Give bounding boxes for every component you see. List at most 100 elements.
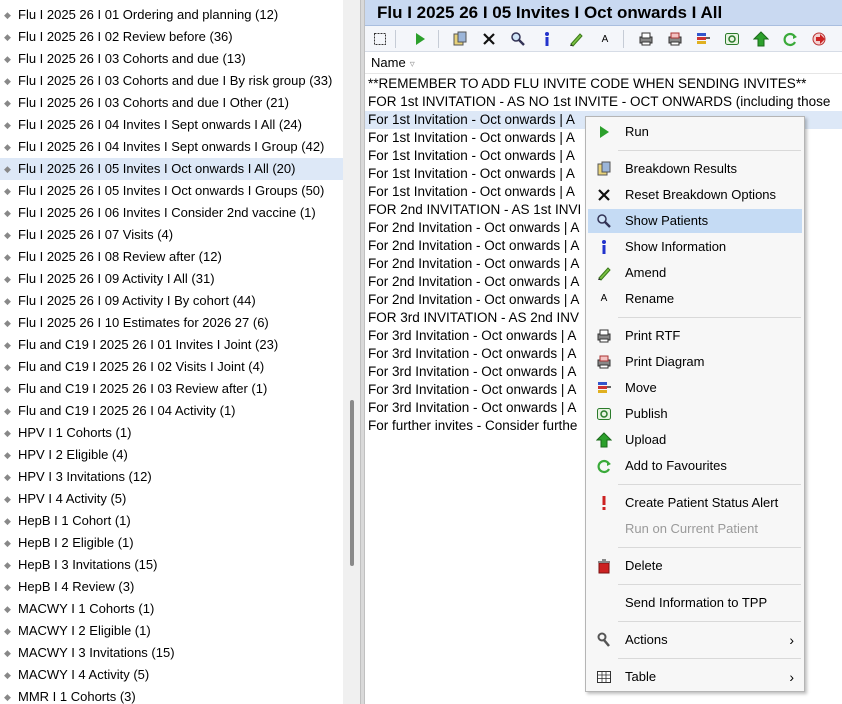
menu-item-publish[interactable]: Publish — [588, 402, 802, 426]
menu-item-show-patients[interactable]: Show Patients — [588, 209, 802, 233]
tree-item[interactable]: ◆ Flu I 2025 26 I 05 Invites I Oct onward… — [0, 180, 343, 202]
delete-icon — [596, 558, 612, 574]
tree-node-icon: ◆ — [4, 230, 11, 240]
tree-item[interactable]: ◆ Flu I 2025 26 I 02 Review before (36) — [0, 26, 343, 48]
export-icon[interactable] — [809, 29, 829, 49]
tree-item[interactable]: ◆ HPV I 3 Invitations (12) — [0, 466, 343, 488]
tree-item[interactable]: ◆ HepB I 3 Invitations (15) — [0, 554, 343, 576]
tree-item[interactable]: ◆ Flu I 2025 26 I 08 Review after (12) — [0, 246, 343, 268]
menu-item-run[interactable]: Run — [588, 120, 802, 144]
tree-scrollbar[interactable] — [343, 0, 360, 704]
tree-item-label: HepB I 4 Review (3) — [18, 579, 135, 594]
favourites-icon[interactable] — [780, 29, 800, 49]
folder-tree-panel: ◆ Flu I 2025 26 I 01 Ordering and plannin… — [0, 0, 343, 704]
tree-item[interactable]: ◆ HPV I 1 Cohorts (1) — [0, 422, 343, 444]
tree-node-icon: ◆ — [4, 648, 11, 658]
menu-item-move[interactable]: Move — [588, 376, 802, 400]
tree-node-icon: ◆ — [4, 494, 11, 504]
context-menu: Run Breakdown Results Reset Breakdown Opti… — [585, 116, 805, 692]
tree-item[interactable]: ◆ HepB I 1 Cohort (1) — [0, 510, 343, 532]
menu-item-print-rtf[interactable]: Print RTF — [588, 324, 802, 348]
menu-item-send-information-to-tpp[interactable]: Send Information to TPP — [588, 591, 802, 615]
publish-icon — [596, 406, 612, 422]
tree-item-label: Flu and C19 I 2025 26 I 03 Review after … — [18, 381, 268, 396]
tree-item[interactable]: ◆ Flu I 2025 26 I 09 Activity I By cohort… — [0, 290, 343, 312]
menu-item-label: Send Information to TPP — [625, 595, 768, 610]
tree-item[interactable]: ◆ MACWY I 1 Cohorts (1) — [0, 598, 343, 620]
select-icon[interactable] — [370, 29, 390, 49]
tree-item[interactable]: ◆ Flu I 2025 26 I 01 Ordering and plannin… — [0, 4, 343, 26]
move-icon[interactable] — [693, 29, 713, 49]
tree-item[interactable]: ◆ Flu I 2025 26 I 03 Cohorts and due (13) — [0, 48, 343, 70]
run-icon[interactable] — [410, 29, 430, 49]
menu-separator — [618, 658, 801, 659]
menu-item-add-to-favourites[interactable]: Add to Favourites — [588, 454, 802, 478]
reset-icon[interactable] — [479, 29, 499, 49]
tree-scrollbar-thumb[interactable] — [350, 400, 354, 566]
show-patients-icon[interactable] — [508, 29, 528, 49]
tree-item[interactable]: ◆ HPV I 2 Eligible (4) — [0, 444, 343, 466]
tree-node-icon: ◆ — [4, 296, 11, 306]
tree-item[interactable]: ◆ Flu I 2025 26 I 04 Invites I Sept onwar… — [0, 136, 343, 158]
tree-item[interactable]: ◆ Flu I 2025 26 I 10 Estimates for 2026 2… — [0, 312, 343, 334]
tree-item[interactable]: ◆ Flu and C19 I 2025 26 I 03 Review after… — [0, 378, 343, 400]
search-row[interactable]: FOR 1st INVITATION - AS NO 1st INVITE - … — [365, 93, 842, 111]
tree-item[interactable]: ◆ Flu I 2025 26 I 07 Visits (4) — [0, 224, 343, 246]
tree-item[interactable]: ◆ Flu I 2025 26 I 04 Invites I Sept onwar… — [0, 114, 343, 136]
upload-icon[interactable] — [751, 29, 771, 49]
menu-item-label: Run — [625, 124, 649, 139]
run-icon — [596, 124, 612, 140]
search-row[interactable]: **REMEMBER TO ADD FLU INVITE CODE WHEN S… — [365, 75, 842, 93]
menu-item-reset-breakdown-options[interactable]: Reset Breakdown Options — [588, 183, 802, 207]
amend-icon — [596, 265, 612, 281]
menu-item-breakdown-results[interactable]: Breakdown Results — [588, 157, 802, 181]
tree-item[interactable]: ◆ Flu I 2025 26 I 09 Activity I All (31) — [0, 268, 343, 290]
menu-item-run-on-current-patient: Run on Current Patient — [588, 517, 802, 541]
tree-node-icon: ◆ — [4, 604, 11, 614]
toolbar: A — [365, 26, 842, 52]
publish-icon[interactable] — [722, 29, 742, 49]
tree-item-label: MMR I 1 Cohorts (3) — [18, 689, 136, 704]
tree-item[interactable]: ◆ MACWY I 4 Activity (5) — [0, 664, 343, 686]
amend-icon[interactable] — [566, 29, 586, 49]
menu-item-upload[interactable]: Upload — [588, 428, 802, 452]
tree-item[interactable]: ◆ MACWY I 3 Invitations (15) — [0, 642, 343, 664]
menu-separator — [618, 584, 801, 585]
tree-item-label: Flu I 2025 26 I 07 Visits (4) — [18, 227, 174, 242]
information-icon[interactable] — [537, 29, 557, 49]
show-patients-icon — [596, 213, 612, 229]
menu-item-label: Reset Breakdown Options — [625, 187, 777, 202]
print-rtf-icon[interactable] — [636, 29, 656, 49]
menu-item-rename[interactable]: A Rename — [588, 287, 802, 311]
menu-item-amend[interactable]: Amend — [588, 261, 802, 285]
breakdown-icon[interactable] — [450, 29, 470, 49]
print-diagram-icon[interactable] — [665, 29, 685, 49]
tree-node-icon: ◆ — [4, 164, 11, 174]
tree-item[interactable]: ◆ Flu I 2025 26 I 03 Cohorts and due I By… — [0, 70, 343, 92]
panel-title: Flu I 2025 26 I 05 Invites I Oct onwards… — [377, 3, 723, 22]
tree-item-label: HepB I 2 Eligible (1) — [18, 535, 134, 550]
tree-item[interactable]: ◆ Flu and C19 I 2025 26 I 01 Invites I Jo… — [0, 334, 343, 356]
tree-item[interactable]: ◆ Flu and C19 I 2025 26 I 02 Visits I Joi… — [0, 356, 343, 378]
tree-item[interactable]: ◆ Flu I 2025 26 I 06 Invites I Consider 2… — [0, 202, 343, 224]
menu-item-label: Actions — [625, 632, 668, 647]
rename-icon[interactable]: A — [595, 29, 615, 49]
menu-item-create-patient-status-alert[interactable]: Create Patient Status Alert — [588, 491, 802, 515]
menu-item-actions[interactable]: Actions › — [588, 628, 802, 652]
tree-item[interactable]: ◆ MMR I 1 Cohorts (3) — [0, 686, 343, 704]
tree-item[interactable]: ◆ HepB I 2 Eligible (1) — [0, 532, 343, 554]
menu-item-delete[interactable]: Delete — [588, 554, 802, 578]
tree-item[interactable]: ◆ Flu I 2025 26 I 03 Cohorts and due I Ot… — [0, 92, 343, 114]
tree-item[interactable]: ◆ HPV I 4 Activity (5) — [0, 488, 343, 510]
tree-item[interactable]: ◆ HepB I 4 Review (3) — [0, 576, 343, 598]
menu-separator — [618, 547, 801, 548]
tree-item[interactable]: ◆ Flu I 2025 26 I 05 Invites I Oct onward… — [0, 158, 343, 180]
tree-item[interactable]: ◆ Flu and C19 I 2025 26 I 04 Activity (1) — [0, 400, 343, 422]
menu-item-table[interactable]: Table › — [588, 665, 802, 689]
tree-item[interactable]: ◆ MACWY I 2 Eligible (1) — [0, 620, 343, 642]
rename-icon: A — [600, 293, 608, 304]
menu-item-show-information[interactable]: Show Information — [588, 235, 802, 259]
column-header-name[interactable]: Name ▿ — [365, 52, 842, 74]
menu-item-print-diagram[interactable]: Print Diagram — [588, 350, 802, 374]
tree-node-icon: ◆ — [4, 538, 11, 548]
